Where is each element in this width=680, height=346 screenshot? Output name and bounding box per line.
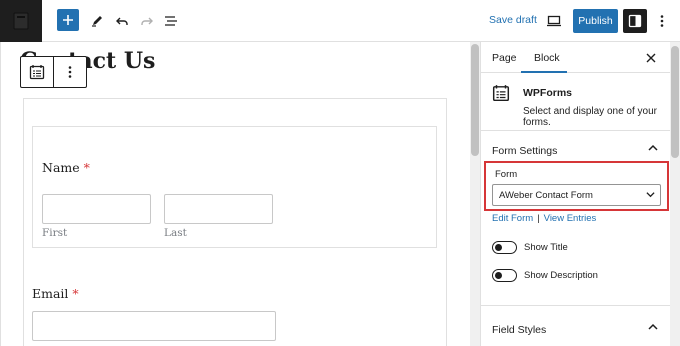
wordpress-logo-icon[interactable]	[0, 0, 42, 42]
canvas-scroll-thumb[interactable]	[471, 44, 479, 156]
publish-button[interactable]: Publish	[573, 9, 618, 33]
first-sublabel: First	[42, 227, 68, 239]
email-field-label: Email *	[32, 286, 79, 301]
chevron-up-icon	[648, 144, 658, 151]
undo-icon	[116, 17, 128, 25]
more-vertical-icon	[68, 66, 72, 78]
preview-button[interactable]	[542, 9, 566, 33]
settings-sidebar: Page Block WPForms Select and display on…	[480, 42, 680, 346]
add-block-button[interactable]	[57, 9, 79, 31]
last-name-input[interactable]	[164, 194, 273, 224]
field-styles-panel-toggle[interactable]: Field Styles	[481, 312, 671, 346]
form-select-value: AWeber Contact Form	[499, 189, 593, 201]
save-draft-button[interactable]: Save draft	[489, 14, 537, 26]
chevron-up-icon	[648, 323, 658, 330]
email-input[interactable]	[32, 311, 276, 341]
show-title-label: Show Title	[524, 242, 568, 253]
toggle-knob	[495, 272, 502, 279]
form-settings-title: Form Settings	[492, 145, 558, 157]
email-label-text: Email	[32, 286, 69, 301]
form-select-dropdown[interactable]: AWeber Contact Form	[492, 184, 661, 206]
block-toolbar	[20, 56, 87, 88]
chevron-down-icon	[646, 192, 655, 198]
settings-sidebar-toggle[interactable]	[623, 9, 647, 33]
close-sidebar-button[interactable]	[646, 50, 656, 66]
required-asterisk: *	[72, 286, 79, 301]
block-type-button[interactable]	[21, 57, 54, 87]
form-select-highlight: Form AWeber Contact Form	[484, 161, 669, 211]
form-links: Edit Form | View Entries	[492, 213, 596, 224]
name-label-text: Name	[42, 160, 80, 175]
show-title-toggle[interactable]	[492, 241, 517, 254]
options-menu-button[interactable]	[650, 9, 674, 33]
link-separator: |	[537, 213, 540, 224]
editor-top-toolbar: Save draft Publish	[0, 0, 680, 42]
show-description-toggle[interactable]	[492, 269, 517, 282]
sidebar-icon	[628, 14, 642, 28]
close-icon	[646, 53, 656, 63]
redo-button[interactable]	[135, 9, 159, 33]
tab-block[interactable]: Block	[534, 52, 560, 64]
toggle-knob	[495, 244, 502, 251]
list-view-icon	[165, 16, 177, 26]
sidebar-tabs: Page Block	[481, 42, 671, 73]
first-name-input[interactable]	[42, 194, 151, 224]
block-card-title: WPForms	[523, 87, 573, 99]
form-select-label: Form	[495, 169, 518, 180]
more-vertical-icon	[660, 15, 664, 27]
tab-page[interactable]: Page	[492, 52, 517, 64]
edit-form-link[interactable]: Edit Form	[492, 213, 533, 224]
name-field-label: Name *	[42, 160, 90, 175]
field-styles-title: Field Styles	[492, 324, 547, 336]
sidebar-scroll-thumb[interactable]	[671, 46, 679, 158]
undo-button[interactable]	[110, 9, 134, 33]
block-card-description: Select and display one of your forms.	[523, 106, 657, 128]
plus-icon	[63, 15, 73, 25]
wpforms-icon	[29, 65, 45, 80]
redo-icon	[141, 17, 153, 25]
tools-button[interactable]	[85, 9, 109, 33]
list-view-button[interactable]	[159, 9, 183, 33]
last-sublabel: Last	[164, 227, 187, 239]
required-asterisk: *	[83, 160, 90, 175]
block-card: WPForms Select and display one of your f…	[481, 73, 671, 131]
show-description-label: Show Description	[524, 270, 598, 281]
desktop-preview-icon	[547, 15, 561, 27]
view-entries-link[interactable]: View Entries	[544, 213, 597, 224]
block-options-button[interactable]	[54, 57, 86, 87]
name-fieldset	[32, 126, 437, 248]
wpforms-icon	[492, 85, 510, 102]
pencil-icon	[92, 16, 102, 27]
panel-divider	[481, 305, 671, 306]
